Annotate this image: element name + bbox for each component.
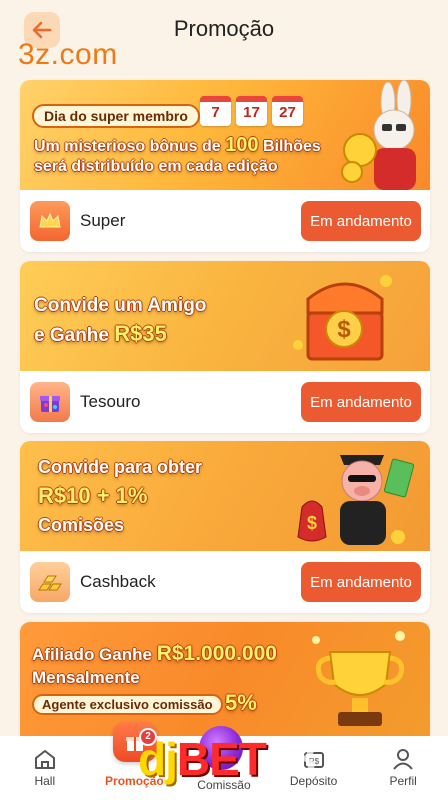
calendar-day: 27 — [272, 96, 303, 126]
promo-row: Super Em andamento — [20, 190, 430, 252]
banner-line-1: Afiliado Ganhe R$1.000.000 — [32, 642, 277, 665]
treasure-gift-icon — [30, 382, 70, 422]
promo-label: Cashback — [80, 572, 156, 591]
promo-row: Cashback Em andamento — [20, 551, 430, 613]
banner-line-2: será distribuído em cada edição — [34, 158, 278, 175]
banner-line-3: Comisões — [38, 515, 125, 535]
nav-label: Hall — [34, 774, 56, 788]
promo-label: Tesouro — [80, 392, 141, 411]
pig-mascot-icon: $ — [297, 455, 415, 545]
status-button[interactable]: Em andamento — [301, 382, 421, 422]
banner-line-1: Convide um Amigo — [34, 295, 207, 316]
commission-percent: 5% — [225, 690, 257, 715]
svg-text:$: $ — [307, 513, 317, 533]
promo-banner[interactable]: Afiliado Ganhe R$1.000.000 Mensalmente A… — [20, 622, 430, 736]
banner-line-2: e Ganhe R$35 — [34, 321, 167, 346]
nav-hall[interactable]: Hall — [0, 736, 90, 800]
watermark-top: 3z.com — [18, 38, 118, 71]
header: Promoção 3z.com — [0, 0, 448, 71]
user-icon — [393, 749, 413, 770]
status-button[interactable]: Em andamento — [301, 562, 421, 602]
banner-pill: Agente exclusivo comissão — [32, 694, 223, 715]
rabbit-mascot-icon — [341, 80, 416, 190]
watermark-bottom: djBET33 — [138, 733, 316, 785]
promo-banner[interactable]: Dia do super membro 7 17 27 Um misterios… — [20, 80, 430, 190]
promo-card-affiliate[interactable]: Afiliado Ganhe R$1.000.000 Mensalmente A… — [20, 622, 430, 736]
banner-pill: Dia do super membro — [32, 104, 200, 128]
banner-line-2: R$10 + 1% — [38, 483, 148, 508]
treasure-chest-icon: $ — [293, 275, 392, 361]
promo-card-cashback[interactable]: Convide para obter R$10 + 1% Comisões $ … — [20, 441, 430, 613]
svg-text:$: $ — [337, 316, 351, 343]
status-button[interactable]: Em andamento — [301, 201, 421, 241]
promo-row: Tesouro Em andamento — [20, 371, 430, 433]
banner-line-1: Um misterioso bônus de 100 Bilhões — [34, 134, 321, 156]
promo-card-tesouro[interactable]: Convide um Amigo e Ganhe R$35 $ Tesouro … — [20, 261, 430, 433]
nav-label: Perfil — [389, 774, 417, 788]
gold-bars-icon — [30, 562, 70, 602]
promo-banner[interactable]: Convide um Amigo e Ganhe R$35 $ — [20, 261, 430, 371]
banner-line-1: Convide para obter — [38, 457, 203, 477]
promo-label: Super — [80, 211, 126, 230]
nav-perfil[interactable]: Perfil — [358, 736, 448, 800]
trophy-icon — [312, 631, 405, 726]
promo-card-super[interactable]: Dia do super membro 7 17 27 Um misterios… — [20, 80, 430, 252]
home-icon — [34, 750, 55, 769]
calendar-day: 17 — [236, 96, 267, 126]
banner-line-2: Mensalmente — [32, 668, 140, 687]
promo-banner[interactable]: Convide para obter R$10 + 1% Comisões $ — [20, 441, 430, 551]
calendar-day: 7 — [200, 96, 231, 126]
crown-icon — [30, 201, 70, 241]
